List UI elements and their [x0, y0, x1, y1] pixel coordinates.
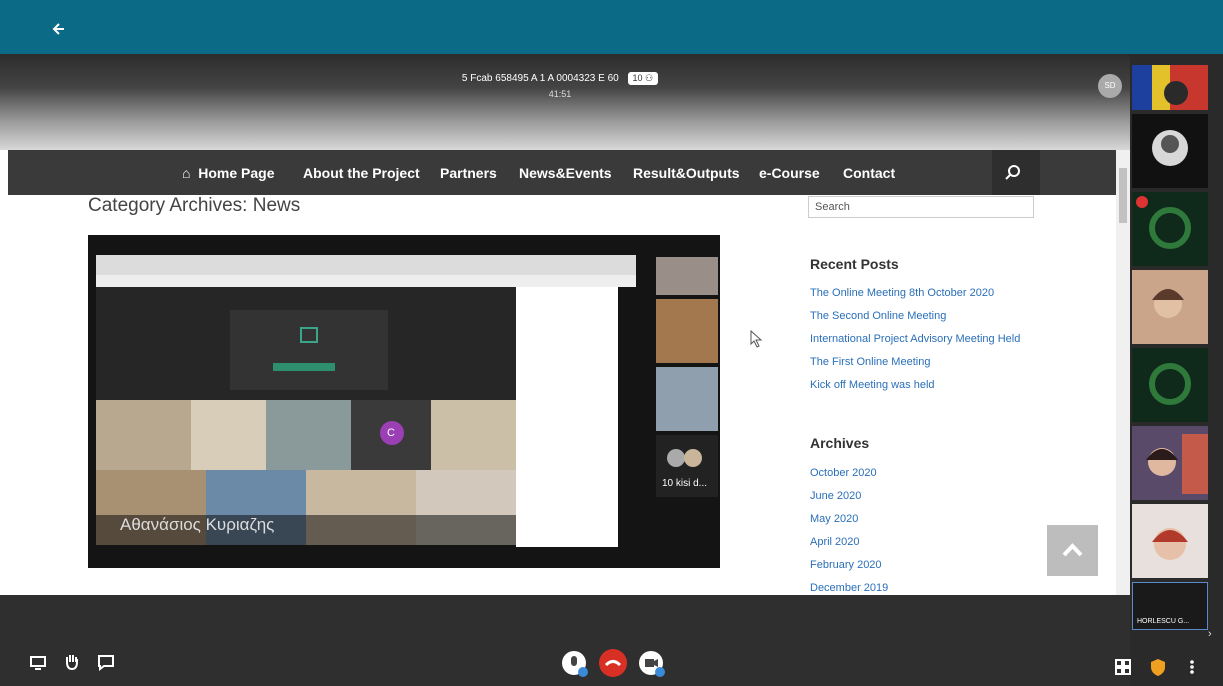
camera-button[interactable] [638, 650, 666, 678]
nav-home[interactable]: ⌂ Home Page [182, 165, 275, 181]
archive-link[interactable]: December 2019 [810, 582, 888, 594]
meeting-timer: 41:51 [548, 89, 572, 99]
archive-link[interactable]: October 2020 [810, 467, 877, 479]
shared-screen: ⌂ Home Page About the Project Partners N… [0, 150, 1130, 595]
page-title: Category Archives: News [88, 195, 301, 216]
participant-tile[interactable] [1132, 270, 1208, 344]
participant-video [1152, 289, 1184, 318]
archive-link[interactable]: June 2020 [810, 490, 861, 502]
recent-posts-title: Recent Posts [810, 256, 899, 272]
archive-link[interactable]: May 2020 [810, 513, 858, 525]
self-avatar: SD [1098, 74, 1122, 98]
recent-post-link[interactable]: The Second Online Meeting [810, 310, 946, 322]
more-options-icon[interactable] [1180, 655, 1204, 679]
nav-partners[interactable]: Partners [440, 165, 497, 181]
scrollbar-thumb[interactable] [1119, 168, 1127, 223]
meeting-id: 5 Fcab 658495 A 1 A 0004323 E 60 [461, 73, 619, 84]
chevron-right-icon[interactable]: › [1208, 628, 1212, 640]
mouse-cursor-icon [750, 330, 763, 348]
top-bar [0, 0, 1223, 54]
home-icon: ⌂ [182, 165, 191, 181]
present-screen-icon[interactable] [26, 650, 50, 674]
chat-icon[interactable] [94, 650, 118, 674]
post-thumbnail[interactable]: C Αθανάσιος Κυριαζης 10 kisi d... [88, 235, 720, 568]
search-icon [1005, 165, 1020, 180]
participant-name: HORLESCU G... [1137, 618, 1190, 625]
microphone-button[interactable] [561, 650, 589, 678]
meeting-title: 5 Fcab 658495 A 1 A 0004323 E 60 10 ⚇ [0, 72, 1120, 85]
page-scrollbar[interactable] [1116, 150, 1130, 595]
avatar-letter: C [387, 427, 395, 439]
participant-video [1152, 528, 1188, 560]
nav-contact[interactable]: Contact [843, 165, 895, 181]
others-label: 10 kisi d... [662, 478, 708, 489]
chevron-up-icon [1062, 543, 1083, 557]
shield-icon[interactable] [1146, 655, 1170, 679]
grid-layout-icon[interactable] [1111, 655, 1135, 679]
participant-tile[interactable] [1132, 504, 1208, 578]
participant-video [1146, 434, 1208, 494]
site-nav: ⌂ Home Page About the Project Partners N… [8, 150, 1116, 195]
participant-tile[interactable] [1132, 348, 1208, 422]
christmas-wreath-avatar [1136, 196, 1191, 249]
meeting-header [0, 54, 1130, 150]
participant-tile[interactable]: HORLESCU G... [1132, 582, 1208, 630]
participant-video [1132, 65, 1208, 110]
nav-ecourse[interactable]: e-Course [759, 165, 820, 181]
christmas-wreath-avatar [1149, 363, 1191, 405]
end-call-button[interactable] [598, 648, 628, 678]
speaker-name: Αθανάσιος Κυριαζης [120, 515, 275, 534]
raise-hand-icon[interactable] [60, 650, 84, 674]
sidebar-search-input[interactable]: Search [808, 196, 1034, 218]
nav-search-button[interactable] [992, 150, 1040, 195]
call-controls-bar [0, 595, 1130, 686]
scroll-to-top-button[interactable] [1047, 525, 1098, 576]
participant-tile[interactable] [1132, 65, 1208, 110]
archive-link[interactable]: February 2020 [810, 559, 882, 571]
participant-tile[interactable] [1132, 192, 1208, 266]
nav-news-events[interactable]: News&Events [519, 165, 612, 181]
participant-tile[interactable] [1132, 114, 1208, 188]
back-arrow-icon[interactable] [50, 20, 68, 38]
participant-count-badge[interactable]: 10 ⚇ [627, 72, 659, 85]
archive-link[interactable]: April 2020 [810, 536, 860, 548]
participant-tile[interactable] [1132, 426, 1208, 500]
recent-post-link[interactable]: The Online Meeting 8th October 2020 [810, 287, 994, 299]
archives-title: Archives [810, 435, 870, 451]
recent-post-link[interactable]: International Project Advisory Meeting H… [810, 333, 1020, 345]
recent-post-link[interactable]: Kick off Meeting was held [810, 379, 935, 391]
recent-post-link[interactable]: The First Online Meeting [810, 356, 930, 368]
participant-avatar [1152, 130, 1188, 166]
nav-results-outputs[interactable]: Result&Outputs [633, 165, 740, 181]
nav-about[interactable]: About the Project [303, 165, 420, 181]
